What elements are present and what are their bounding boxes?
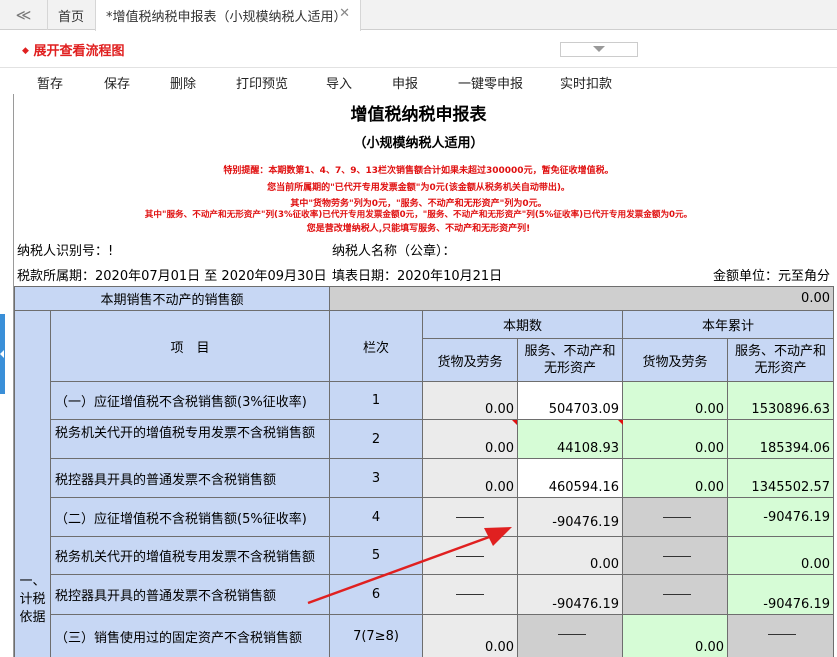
row-item-label: 税控器具开具的普通发票不含税销售额: [50, 458, 330, 498]
notice-line: 特别提醒：本期数第1、4、7、9、13栏次销售额合计如果未超过300000元，暂…: [223, 166, 614, 176]
amount-unit-label: 金额单位：元至角分: [713, 269, 831, 284]
notice-line: 您当前所属期的"已代开专用发票金额"为0元(该金额从税务机关自动带出)。: [267, 183, 570, 193]
realestate-sales-value: 0.00: [329, 286, 834, 311]
service-header-line: 服务、不动产和: [734, 344, 826, 359]
error-marker-icon: [512, 420, 517, 425]
print-preview-button[interactable]: 打印预览: [236, 73, 288, 92]
declare-button[interactable]: 申报: [392, 73, 418, 92]
delete-button[interactable]: 删除: [170, 73, 196, 92]
tab-home[interactable]: 首页: [47, 0, 95, 30]
service-header-line: 无形资产: [543, 361, 596, 376]
row5-current-service: 0.00: [517, 536, 623, 575]
row5-current-goods: [422, 536, 518, 575]
row4-current-service: -90476.19: [517, 497, 623, 537]
row1-ytd-service: 1530896.63: [727, 381, 834, 420]
form-title: 增值税纳税申报表: [350, 105, 487, 125]
row-item-label: （二）应征增值税不含税销售额(5%征收率): [50, 497, 330, 537]
tab-bar: ≪ 首页 *增值税纳税申报表（小规模纳税人适用） ✕: [0, 0, 837, 31]
row4-ytd-goods: [622, 497, 728, 537]
row6-current-service: -90476.19: [517, 574, 623, 615]
row5-ytd-goods: [622, 536, 728, 575]
ytd-goods-header: 货物及劳务: [622, 338, 728, 382]
row3-ytd-service: 1345502.57: [727, 458, 834, 498]
row7-ytd-goods: 0.00: [622, 614, 728, 657]
section-label: 一、: [19, 574, 46, 589]
chevron-left-icon: [0, 350, 4, 358]
row-line-number: 4: [329, 497, 423, 537]
row-line-number: 6: [329, 574, 423, 615]
row3-ytd-goods: 0.00: [622, 458, 728, 498]
realestate-sales-label: 本期销售不动产的销售额: [14, 286, 330, 311]
row-item-label: 税务机关代开的增值税专用发票不含税销售额: [50, 419, 330, 459]
section-column: 一、 计税 依据: [14, 310, 51, 657]
expand-flowchart-label: 展开查看流程图: [33, 44, 125, 59]
sidebar-toggle[interactable]: [0, 314, 5, 394]
notice-line: 您是营改增纳税人,只能填写服务、不动产和无形资产列!: [306, 224, 531, 234]
notice-line: 其中"服务、不动产和无形资产"列(3%征收率)已代开专用发票金额0元，"服务、不…: [144, 210, 693, 220]
ytd-service-header: 服务、不动产和 无形资产: [727, 338, 834, 382]
chevron-down-icon: [593, 46, 605, 52]
tab-vat-return-label: *增值税纳税申报表（小规模纳税人适用）: [106, 10, 347, 25]
taxpayer-name-label: 纳税人名称（公章）：: [332, 244, 456, 259]
toolbar: 暂存 保存 删除 打印预览 导入 申报 一键零申报 实时扣款: [0, 69, 837, 93]
flowchart-bar: ◆ 展开查看流程图: [0, 30, 837, 68]
tab-scroll-left-icon[interactable]: ≪: [0, 0, 47, 30]
row6-ytd-service: -90476.19: [727, 574, 834, 615]
row-line-number: 1: [329, 381, 423, 420]
row4-ytd-service: -90476.19: [727, 497, 834, 537]
row2-ytd-goods: 0.00: [622, 419, 728, 459]
expand-flowchart-link[interactable]: ◆ 展开查看流程图: [22, 40, 124, 59]
close-icon[interactable]: ✕: [339, 6, 350, 21]
row1-ytd-goods: 0.00: [622, 381, 728, 420]
tab-home-label: 首页: [58, 9, 85, 25]
one-click-zero-declare-button[interactable]: 一键零申报: [458, 73, 523, 92]
current-service-header: 服务、不动产和 无形资产: [517, 338, 623, 382]
tax-period-label: 税款所属期：2020年07月01日 至 2020年09月30日: [17, 269, 327, 284]
row6-ytd-goods: [622, 574, 728, 615]
import-button[interactable]: 导入: [326, 73, 352, 92]
row-item-label: （一）应征增值税不含税销售额(3%征收率): [50, 381, 330, 420]
section-label: 依据: [19, 610, 46, 625]
row-line-number: 5: [329, 536, 423, 575]
tab-vat-return[interactable]: *增值税纳税申报表（小规模纳税人适用） ✕: [95, 0, 361, 31]
row-item-label: （三）销售使用过的固定资产不含税销售额: [50, 614, 330, 657]
fill-date-label: 填表日期：2020年10月21日: [332, 269, 503, 284]
row-item-label: 税务机关代开的增值税专用发票不含税销售额: [50, 536, 330, 575]
row4-current-goods: [422, 497, 518, 537]
year-to-date-header: 本年累计: [622, 310, 834, 339]
row-item-label: 税控器具开具的普通发票不含税销售额: [50, 574, 330, 615]
realtime-deduct-button[interactable]: 实时扣款: [560, 73, 612, 92]
row7-ytd-service: [727, 614, 834, 657]
row-line-number: 3: [329, 458, 423, 498]
row1-current-service-input[interactable]: 504703.09: [517, 381, 623, 420]
row2-ytd-service: 185394.06: [727, 419, 834, 459]
row-line-number: 2: [329, 419, 423, 459]
form-subtitle: （小规模纳税人适用）: [353, 136, 484, 151]
row2-current-goods: 0.00: [422, 419, 518, 459]
error-marker-icon: [618, 420, 623, 425]
flowchart-dropdown[interactable]: [560, 42, 638, 57]
save-draft-button[interactable]: 暂存: [37, 73, 63, 92]
current-period-header: 本期数: [422, 310, 623, 339]
save-button[interactable]: 保存: [104, 73, 130, 92]
row1-current-goods: 0.00: [422, 381, 518, 420]
row3-current-goods: 0.00: [422, 458, 518, 498]
row7-current-goods: 0.00: [422, 614, 518, 657]
current-goods-header: 货物及劳务: [422, 338, 518, 382]
row6-current-goods: [422, 574, 518, 615]
item-column-header: 项 目: [50, 310, 330, 382]
line-column-header: 栏次: [329, 310, 423, 382]
diamond-icon: ◆: [22, 46, 29, 56]
row-line-number: 7(7≥8): [329, 614, 423, 657]
row7-current-service: [517, 614, 623, 657]
taxpayer-id-label: 纳税人识别号：!: [17, 244, 114, 259]
row3-current-service-input[interactable]: 460594.16: [517, 458, 623, 498]
section-label: 计税: [19, 592, 46, 607]
service-header-line: 无形资产: [754, 361, 807, 376]
row5-ytd-service: 0.00: [727, 536, 834, 575]
service-header-line: 服务、不动产和: [524, 344, 616, 359]
row2-current-service-input[interactable]: 44108.93: [517, 419, 623, 459]
